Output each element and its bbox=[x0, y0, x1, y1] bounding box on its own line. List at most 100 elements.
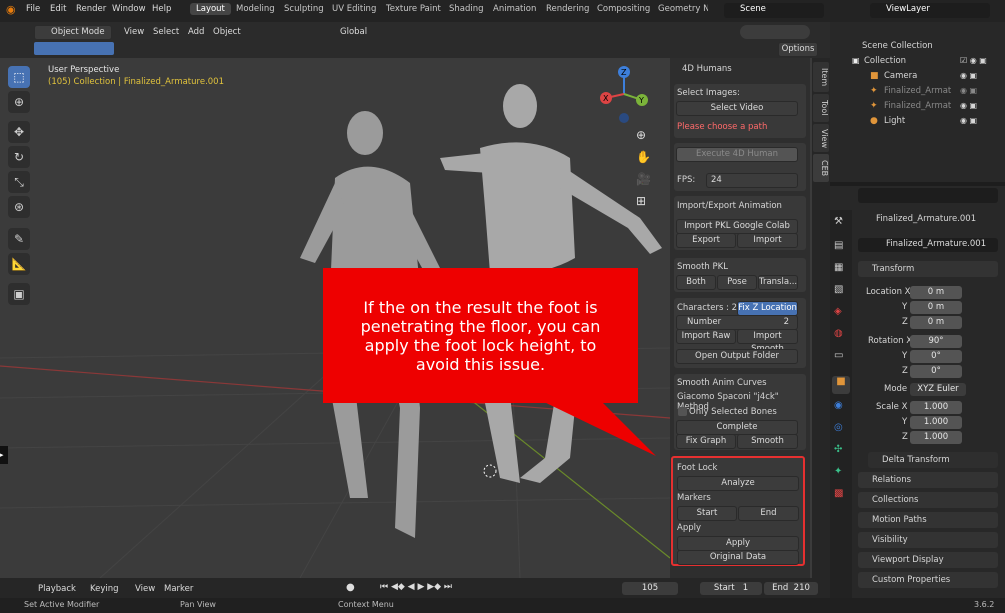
tab-geometry-nodes[interactable]: Geometry No bbox=[658, 4, 708, 14]
menu-render[interactable]: Render bbox=[76, 4, 106, 14]
smooth-both-button[interactable]: Both bbox=[676, 275, 716, 290]
relations-section[interactable]: Relations bbox=[858, 472, 998, 488]
import-smooth-button[interactable]: Import Smooth bbox=[737, 329, 798, 354]
open-output-folder-button[interactable]: Open Output Folder bbox=[676, 349, 798, 364]
end-frame-field[interactable]: End 210 bbox=[764, 582, 818, 595]
location-z-field[interactable]: 0 m bbox=[910, 316, 962, 329]
tool-tab-icon[interactable]: ⚒ bbox=[834, 216, 843, 227]
marker-menu[interactable]: Marker bbox=[164, 584, 193, 594]
collection-tab-icon[interactable]: ▭ bbox=[834, 350, 843, 361]
menu-edit[interactable]: Edit bbox=[50, 4, 66, 14]
selection-mode-buttons[interactable] bbox=[34, 42, 114, 55]
output-tab-icon[interactable]: ▦ bbox=[834, 262, 843, 273]
measure-icon[interactable]: 📐 bbox=[8, 253, 30, 275]
smooth-pose-button[interactable]: Pose bbox=[717, 275, 757, 290]
grid-view-icon[interactable]: ⊞ bbox=[636, 194, 646, 208]
tab-rendering[interactable]: Rendering bbox=[546, 4, 589, 14]
import-button[interactable]: Import bbox=[737, 233, 798, 248]
keying-menu[interactable]: Keying bbox=[90, 584, 119, 594]
rotation-x-field[interactable]: 90° bbox=[910, 335, 962, 348]
visibility-icons[interactable]: ◉ ▣ bbox=[960, 116, 977, 125]
hand-pan-icon[interactable]: ✋ bbox=[636, 150, 651, 164]
tab-compositing[interactable]: Compositing bbox=[597, 4, 650, 14]
select-video-button[interactable]: Select Video bbox=[676, 101, 798, 116]
fps-dropdown[interactable]: 24 bbox=[706, 173, 798, 188]
rotation-z-field[interactable]: 0° bbox=[910, 365, 962, 378]
location-x-field[interactable]: 0 m bbox=[910, 286, 962, 299]
annotate-icon[interactable]: ✎ bbox=[8, 228, 30, 250]
viewport-display-section[interactable]: Viewport Display bbox=[858, 552, 998, 568]
physics-tab-icon[interactable]: ◎ bbox=[834, 422, 843, 433]
delta-transform-section[interactable]: Delta Transform bbox=[868, 452, 998, 468]
scale-z-field[interactable]: 1.000 bbox=[910, 431, 962, 444]
options-dropdown[interactable]: Options bbox=[778, 42, 818, 57]
export-button[interactable]: Export bbox=[676, 233, 736, 248]
smooth-transla-button[interactable]: Transla... bbox=[758, 275, 798, 290]
record-icon[interactable]: ● bbox=[346, 582, 355, 593]
outliner-row-light[interactable]: ● Light ◉ ▣ bbox=[870, 115, 1004, 129]
execute-4d-human-button[interactable]: Execute 4D Human bbox=[676, 147, 798, 162]
object-tab-icon[interactable]: ■ bbox=[832, 376, 850, 394]
timeline-view-menu[interactable]: View bbox=[135, 584, 155, 594]
location-y-field[interactable]: 0 m bbox=[910, 301, 962, 314]
scale-x-field[interactable]: 1.000 bbox=[910, 401, 962, 414]
mode-dropdown[interactable]: Object Mode bbox=[34, 25, 112, 40]
smooth-button[interactable]: Smooth bbox=[737, 434, 798, 449]
tab-layout[interactable]: Layout bbox=[190, 3, 231, 15]
tab-shading[interactable]: Shading bbox=[449, 4, 484, 14]
add-cube-icon[interactable]: ▣ bbox=[8, 283, 30, 305]
tab-uv-editing[interactable]: UV Editing bbox=[332, 4, 376, 14]
header-menu-object[interactable]: Object bbox=[213, 27, 241, 37]
marker-end-button[interactable]: End bbox=[738, 506, 799, 521]
playback-menu[interactable]: Playback bbox=[38, 584, 76, 594]
toolbar-expand-icon[interactable]: ▸ bbox=[0, 446, 8, 464]
tab-item[interactable]: Item bbox=[813, 62, 829, 92]
cursor-icon[interactable]: ⊕ bbox=[8, 91, 30, 113]
marker-start-button[interactable]: Start bbox=[677, 506, 737, 521]
fix-graph-button[interactable]: Fix Graph bbox=[676, 434, 736, 449]
custom-properties-section[interactable]: Custom Properties bbox=[858, 572, 998, 588]
rotation-mode-dropdown[interactable]: XYZ Euler bbox=[910, 383, 966, 396]
number-field[interactable]: Number 2 bbox=[676, 315, 798, 330]
view-layer-tab-icon[interactable]: ▧ bbox=[834, 284, 843, 295]
object-name-field[interactable]: Finalized_Armature.001 bbox=[858, 238, 998, 252]
transform-orientation-dropdown[interactable]: Global bbox=[340, 27, 367, 37]
current-frame-field[interactable]: 105 bbox=[622, 582, 678, 595]
blender-logo-icon[interactable]: ◉ bbox=[6, 3, 16, 16]
data-tab-icon[interactable]: ✦ bbox=[834, 466, 842, 477]
start-frame-field[interactable]: Start 1 bbox=[700, 582, 762, 595]
header-menu-select[interactable]: Select bbox=[153, 27, 179, 37]
texture-tab-icon[interactable]: ▩ bbox=[834, 488, 843, 499]
scene-selector[interactable]: Scene bbox=[724, 3, 824, 18]
world-tab-icon[interactable]: ◍ bbox=[834, 328, 843, 339]
scale-y-field[interactable]: 1.000 bbox=[910, 416, 962, 429]
complete-button[interactable]: Complete bbox=[676, 420, 798, 435]
visibility-icons[interactable]: ◉ ▣ bbox=[960, 101, 977, 110]
header-menu-add[interactable]: Add bbox=[188, 27, 204, 37]
motion-paths-section[interactable]: Motion Paths bbox=[858, 512, 998, 528]
visibility-section[interactable]: Visibility bbox=[858, 532, 998, 548]
outliner-row-camera[interactable]: ■ Camera ◉ ▣ bbox=[870, 70, 1004, 84]
outliner-row-collection[interactable]: ▣ Collection ☑ ◉ ▣ bbox=[852, 55, 1004, 69]
tab-tool[interactable]: Tool bbox=[813, 94, 829, 122]
only-selected-checkbox[interactable] bbox=[678, 407, 687, 416]
viewlayer-selector[interactable]: ViewLayer bbox=[870, 3, 990, 18]
original-data-button[interactable]: Original Data bbox=[677, 550, 799, 565]
menu-help[interactable]: Help bbox=[152, 4, 171, 14]
tab-modeling[interactable]: Modeling bbox=[236, 4, 275, 14]
visibility-icons[interactable]: ◉ ▣ bbox=[960, 86, 977, 95]
select-box-icon[interactable]: ⬚ bbox=[8, 66, 30, 88]
visibility-icons[interactable]: ☑ ◉ ▣ bbox=[960, 56, 987, 65]
scene-tab-icon[interactable]: ◈ bbox=[834, 306, 842, 317]
import-pkl-button[interactable]: Import PKL Google Colab bbox=[676, 219, 798, 234]
rotation-y-field[interactable]: 0° bbox=[910, 350, 962, 363]
transform-section-header[interactable]: Transform bbox=[858, 261, 998, 277]
header-menu-view[interactable]: View bbox=[124, 27, 144, 37]
scale-icon[interactable]: ⤡ bbox=[8, 171, 30, 193]
rotate-icon[interactable]: ↻ bbox=[8, 146, 30, 168]
constraints-tab-icon[interactable]: ✣ bbox=[834, 444, 842, 455]
transform-icon[interactable]: ⊛ bbox=[8, 196, 30, 218]
camera-view-icon[interactable]: 🎥 bbox=[636, 172, 651, 186]
tab-texture-paint[interactable]: Texture Paint bbox=[386, 4, 441, 14]
shading-mode-buttons[interactable] bbox=[740, 25, 810, 39]
